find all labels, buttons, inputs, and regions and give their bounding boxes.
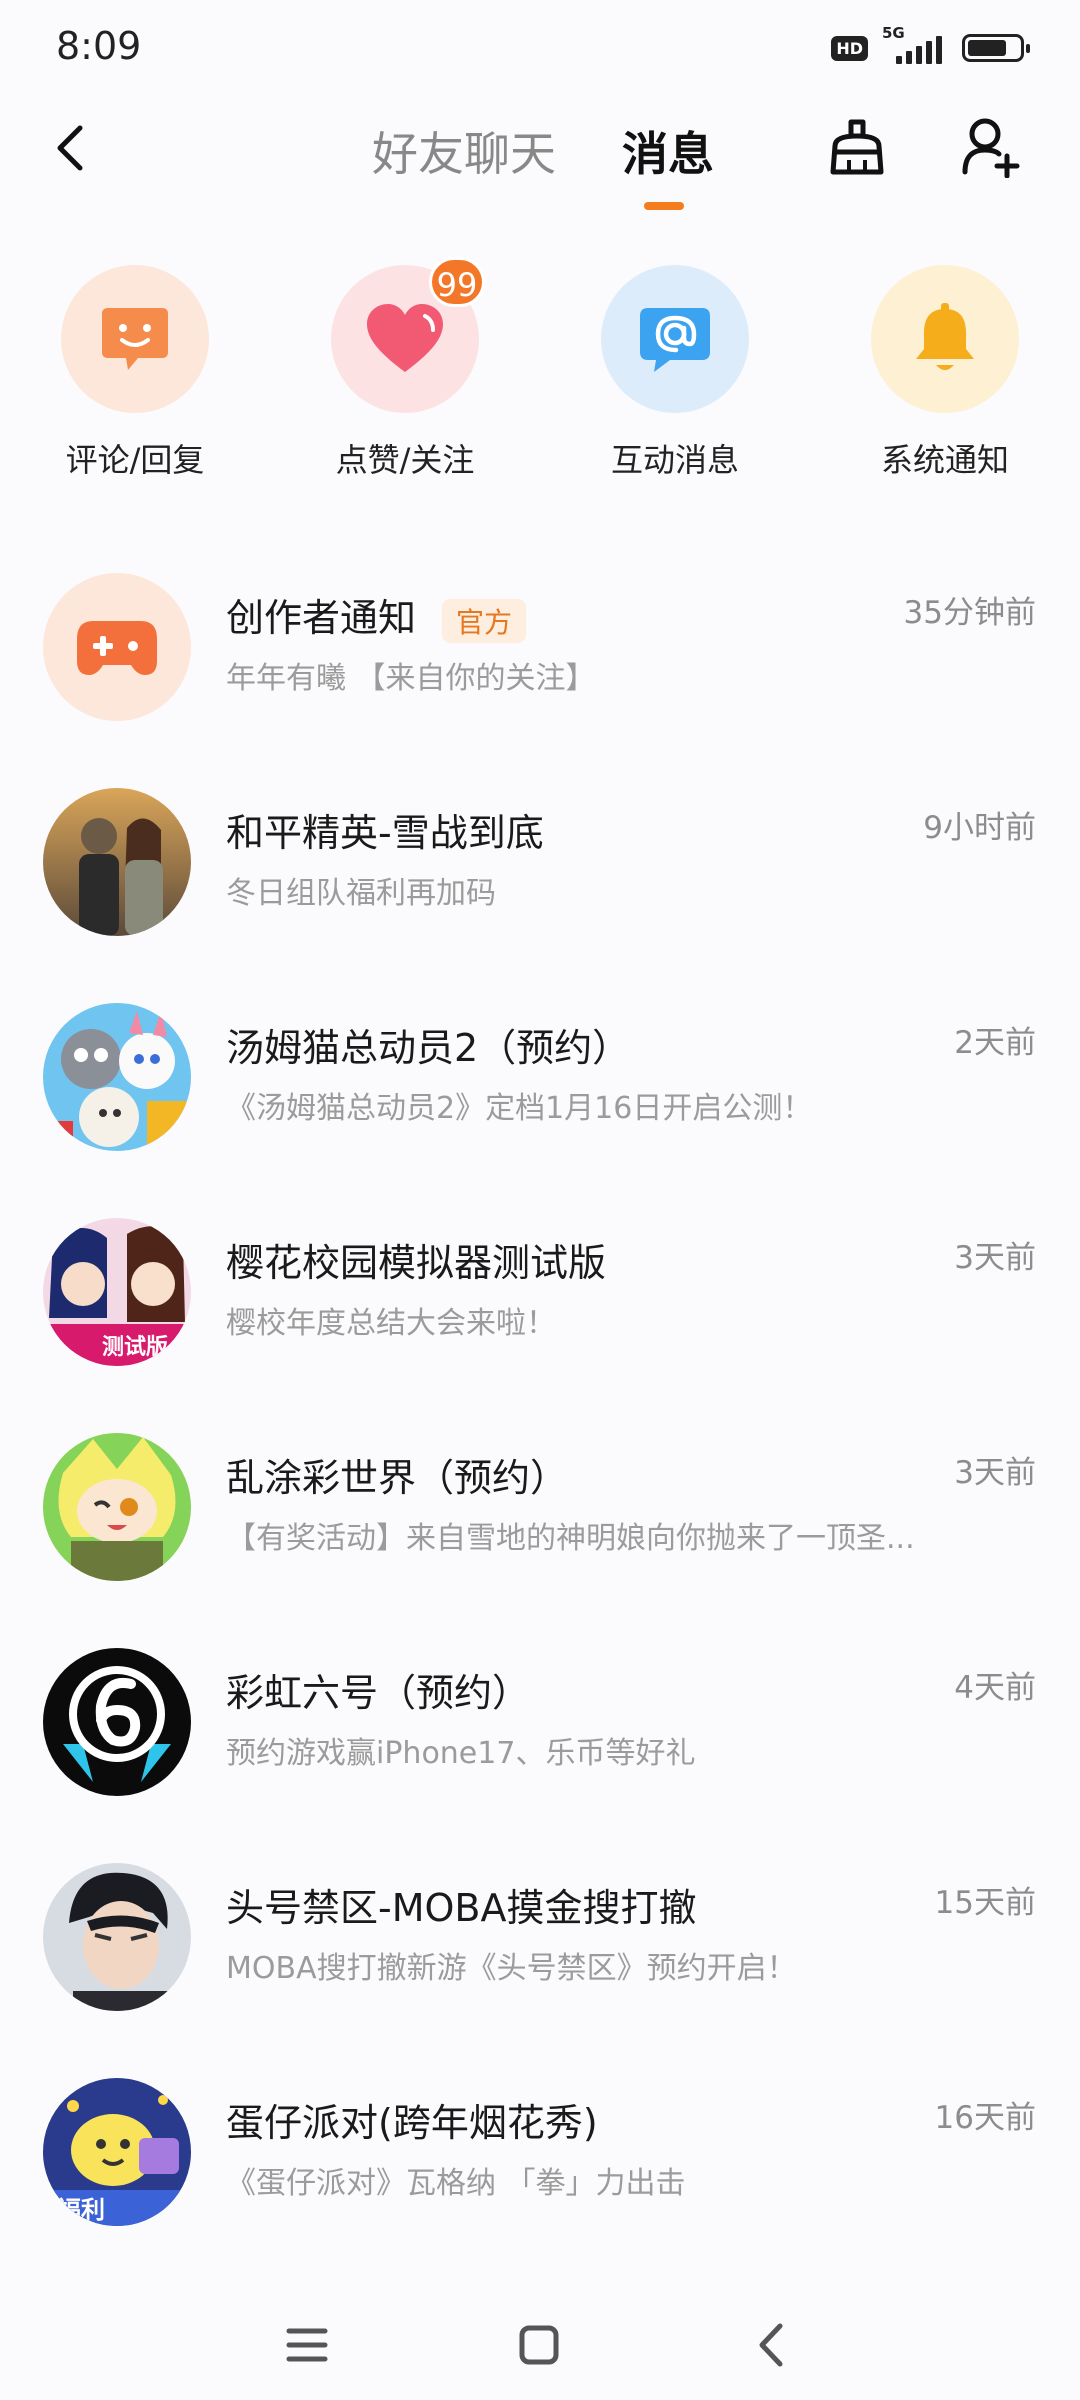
game-avatar — [43, 1863, 191, 2011]
menu-icon — [286, 2328, 328, 2362]
game-avatar — [43, 1433, 191, 1581]
message-preview: 《蛋仔派对》瓦格纳 「拳」力出击 — [226, 2166, 686, 2201]
message-row[interactable]: 汤姆猫总动员2（预约） 2天前 《汤姆猫总动员2》定档1月16日开启公测！ — [0, 1003, 1080, 1219]
message-row[interactable]: 头号禁区-MOBA摸金搜打撤 15天前 MOBA搜打撤新游《头号禁区》预约开启！ — [0, 1863, 1080, 2079]
system-nav-bar — [0, 2280, 1080, 2400]
status-time: 8:09 — [56, 24, 142, 68]
quick-action-system[interactable]: 系统通知 — [835, 265, 1055, 505]
recent-apps-button[interactable] — [272, 2310, 342, 2380]
game-avatar — [43, 1648, 191, 1796]
message-row[interactable]: 测试版 樱花校园模拟器测试版 3天前 樱校年度总结大会来啦！ — [0, 1218, 1080, 1434]
broom-clean-icon — [830, 119, 884, 175]
active-tab-indicator — [644, 202, 684, 210]
message-title: 创作者通知 官方 — [226, 587, 527, 643]
add-friend-button[interactable] — [956, 112, 1026, 182]
quick-action-likes[interactable]: 99 点赞/关注 — [295, 257, 515, 505]
quick-action-label: 评论/回复 — [65, 441, 205, 479]
heart-icon — [367, 304, 443, 372]
top-bar: 好友聊天 消息 — [0, 100, 1080, 230]
message-time: 9小时前 — [923, 810, 1036, 846]
game-avatar — [43, 1003, 191, 1151]
status-bar: 8:09 HD 5G — [0, 0, 1080, 100]
bell-icon — [916, 303, 974, 370]
message-time: 2天前 — [954, 1025, 1036, 1061]
message-title: 乱涂彩世界（预约） — [226, 1456, 569, 1500]
at-circle — [601, 265, 749, 413]
unread-badge: 99 — [429, 257, 485, 307]
add-user-icon — [962, 118, 1020, 178]
home-button[interactable] — [504, 2310, 574, 2380]
comment-smile-icon — [102, 308, 168, 370]
at-sign-icon — [640, 308, 710, 372]
chevron-left-icon — [57, 125, 83, 171]
message-time: 16天前 — [934, 2100, 1036, 2136]
quick-action-label: 点赞/关注 — [335, 441, 475, 479]
message-title: 汤姆猫总动员2（预约） — [226, 1026, 631, 1070]
quick-action-interactions[interactable]: 互动消息 — [565, 265, 785, 505]
message-time: 35分钟前 — [903, 595, 1036, 631]
message-time: 4天前 — [954, 1670, 1036, 1706]
official-tag: 官方 — [442, 598, 527, 643]
game-avatar: 测试版 — [43, 1218, 191, 1366]
message-time: 15天前 — [934, 1885, 1036, 1921]
quick-action-label: 系统通知 — [880, 441, 1009, 479]
sender-name: 创作者通知 — [226, 596, 417, 640]
message-preview: MOBA搜打撤新游《头号禁区》预约开启！ — [226, 1951, 797, 1986]
message-row[interactable]: 彩虹六号（预约） 4天前 预约游戏赢iPhone17、乐币等好礼 — [0, 1648, 1080, 1864]
message-row[interactable]: 和平精英-雪战到底 9小时前 冬日组队福利再加码 — [0, 788, 1080, 1004]
message-preview: 年年有曦 【来自你的关注】 — [226, 661, 596, 696]
message-preview: 预约游戏赢iPhone17、乐币等好礼 — [226, 1736, 696, 1771]
system-back-button[interactable] — [736, 2310, 806, 2380]
message-row[interactable]: 福利 蛋仔派对(跨年烟花秀) 16天前 《蛋仔派对》瓦格纳 「拳」力出击 — [0, 2078, 1080, 2294]
message-time: 3天前 — [954, 1240, 1036, 1276]
bell-circle — [871, 265, 1019, 413]
svg-text:测试版: 测试版 — [102, 1335, 168, 1360]
back-button[interactable] — [40, 118, 100, 178]
message-title: 和平精英-雪战到底 — [226, 811, 544, 855]
message-time: 3天前 — [954, 1455, 1036, 1491]
message-row[interactable]: 乱涂彩世界（预约） 3天前 【有奖活动】来自雪地的神明娘向你抛来了一顶圣... — [0, 1433, 1080, 1649]
message-row[interactable]: 创作者通知 官方 35分钟前 年年有曦 【来自你的关注】 — [0, 573, 1080, 789]
message-preview: 【有奖活动】来自雪地的神明娘向你抛来了一顶圣... — [226, 1521, 915, 1556]
gamepad-plus-icon — [77, 621, 157, 675]
message-title: 蛋仔派对(跨年烟花秀) — [226, 2101, 598, 2145]
comment-circle — [61, 265, 209, 413]
message-preview: 冬日组队福利再加码 — [226, 876, 496, 911]
battery-icon — [962, 34, 1030, 62]
svg-text:福利: 福利 — [56, 2196, 105, 2224]
game-avatar — [43, 788, 191, 936]
message-title: 头号禁区-MOBA摸金搜打撤 — [226, 1886, 697, 1930]
quick-action-label: 互动消息 — [610, 441, 739, 479]
back-triangle-icon — [759, 2323, 783, 2367]
message-preview: 《汤姆猫总动员2》定档1月16日开启公测！ — [226, 1091, 813, 1126]
tab-friend-chat[interactable]: 好友聊天 — [372, 118, 556, 184]
status-icons: HD 5G — [831, 24, 1030, 68]
message-preview: 樱校年度总结大会来啦！ — [226, 1306, 556, 1341]
message-title: 樱花校园模拟器测试版 — [226, 1241, 607, 1285]
home-square-icon — [519, 2325, 559, 2365]
tab-messages[interactable]: 消息 — [622, 118, 714, 184]
signal-icon: 5G — [882, 24, 948, 68]
hd-badge: HD — [831, 35, 868, 61]
message-title: 彩虹六号（预约） — [226, 1671, 531, 1715]
clear-unread-button[interactable] — [822, 112, 892, 182]
quick-action-comments[interactable]: 评论/回复 — [25, 265, 245, 505]
heart-circle: 99 — [331, 257, 485, 413]
creator-avatar — [43, 573, 191, 721]
game-avatar: 福利 — [43, 2078, 191, 2226]
